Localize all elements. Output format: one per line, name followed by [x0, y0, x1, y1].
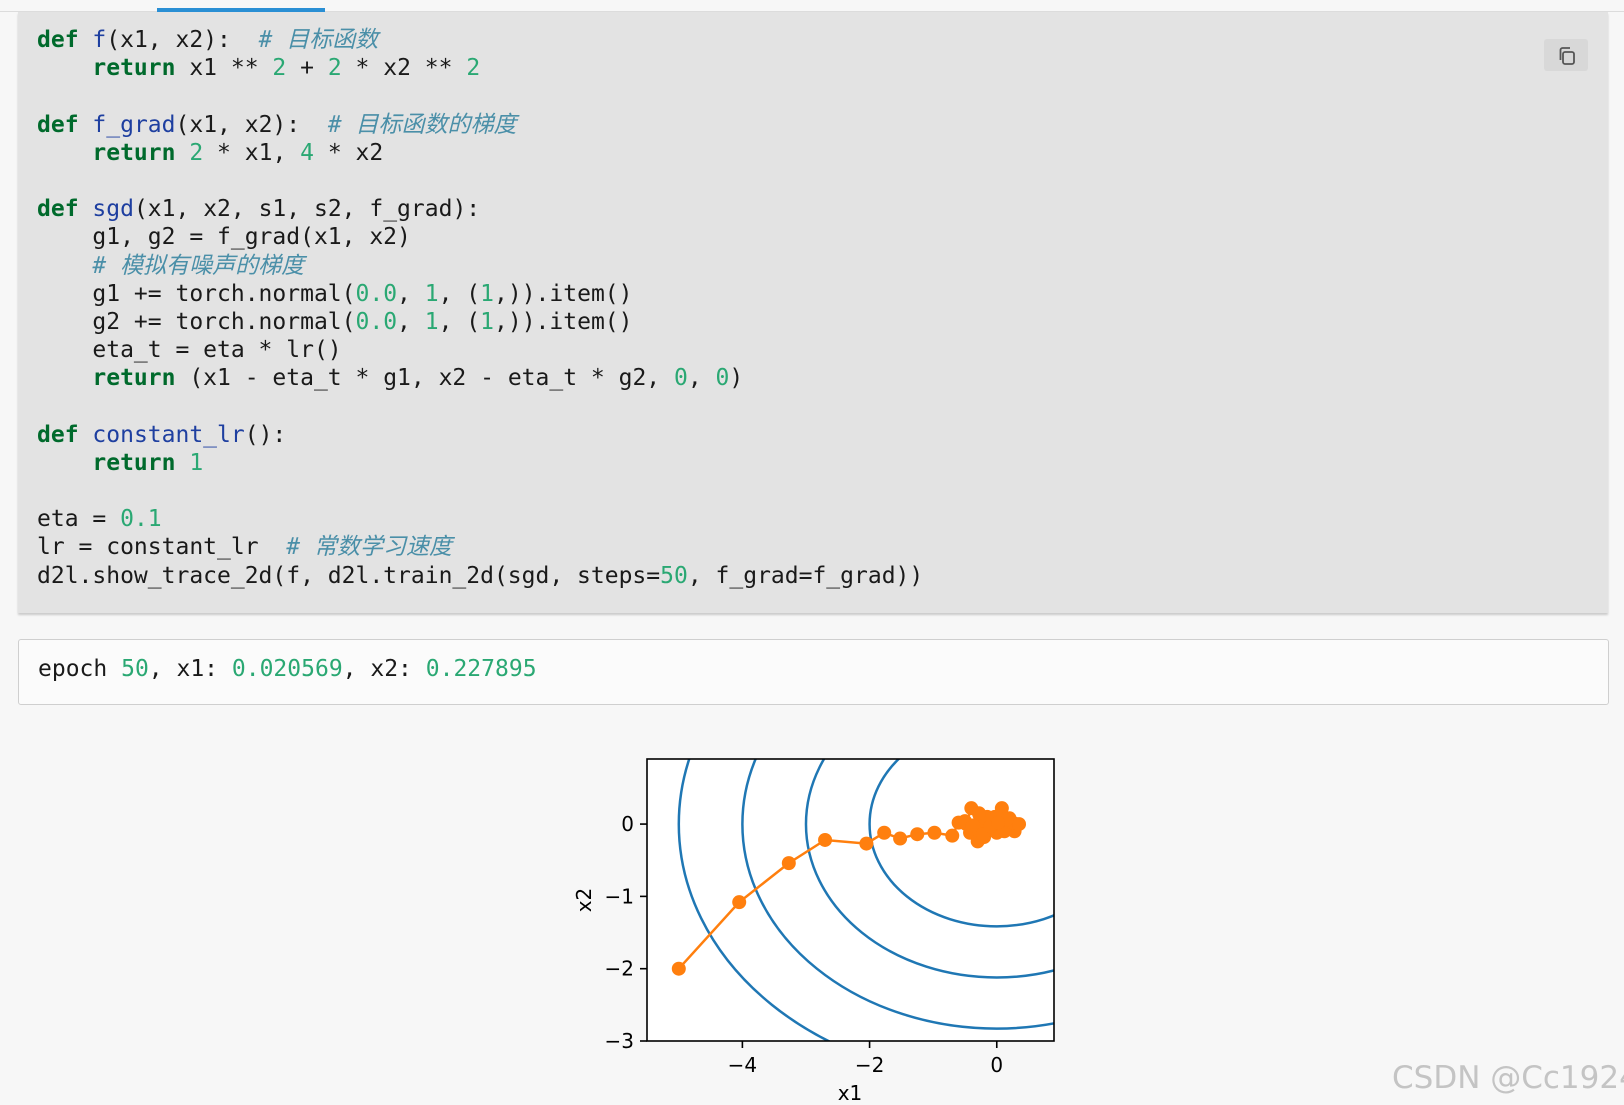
x-tick-label: −4 — [728, 1053, 757, 1077]
trace-point — [732, 895, 747, 910]
trace-point — [945, 828, 960, 843]
x-tick-label: −2 — [855, 1053, 884, 1077]
y-tick-label: 0 — [621, 812, 634, 836]
x-axis-label: x1 — [838, 1081, 863, 1105]
trace-point — [991, 815, 1006, 830]
y-axis-label: x2 — [572, 888, 596, 913]
y-tick-label: −2 — [605, 957, 634, 981]
trace-point — [818, 832, 833, 847]
trace-point — [877, 825, 892, 840]
y-tick-label: −1 — [605, 884, 634, 908]
trace-point — [781, 856, 796, 871]
trace-point — [671, 961, 686, 976]
trace-point — [893, 831, 908, 846]
trace-point — [1012, 817, 1027, 832]
trace-plot: −4 −2 0 0 −1 −2 −3 x1 x2 — [572, 758, 1055, 1105]
y-tick-label: −3 — [605, 1029, 634, 1053]
watermark: CSDN @Cc1924 — [1392, 1060, 1624, 1096]
trace-point — [927, 825, 942, 840]
trace-point — [859, 836, 874, 851]
trace-point — [971, 806, 986, 821]
plot-area — [647, 759, 1054, 1041]
x-tick-label: 0 — [990, 1053, 1003, 1077]
trace-point — [910, 827, 925, 842]
